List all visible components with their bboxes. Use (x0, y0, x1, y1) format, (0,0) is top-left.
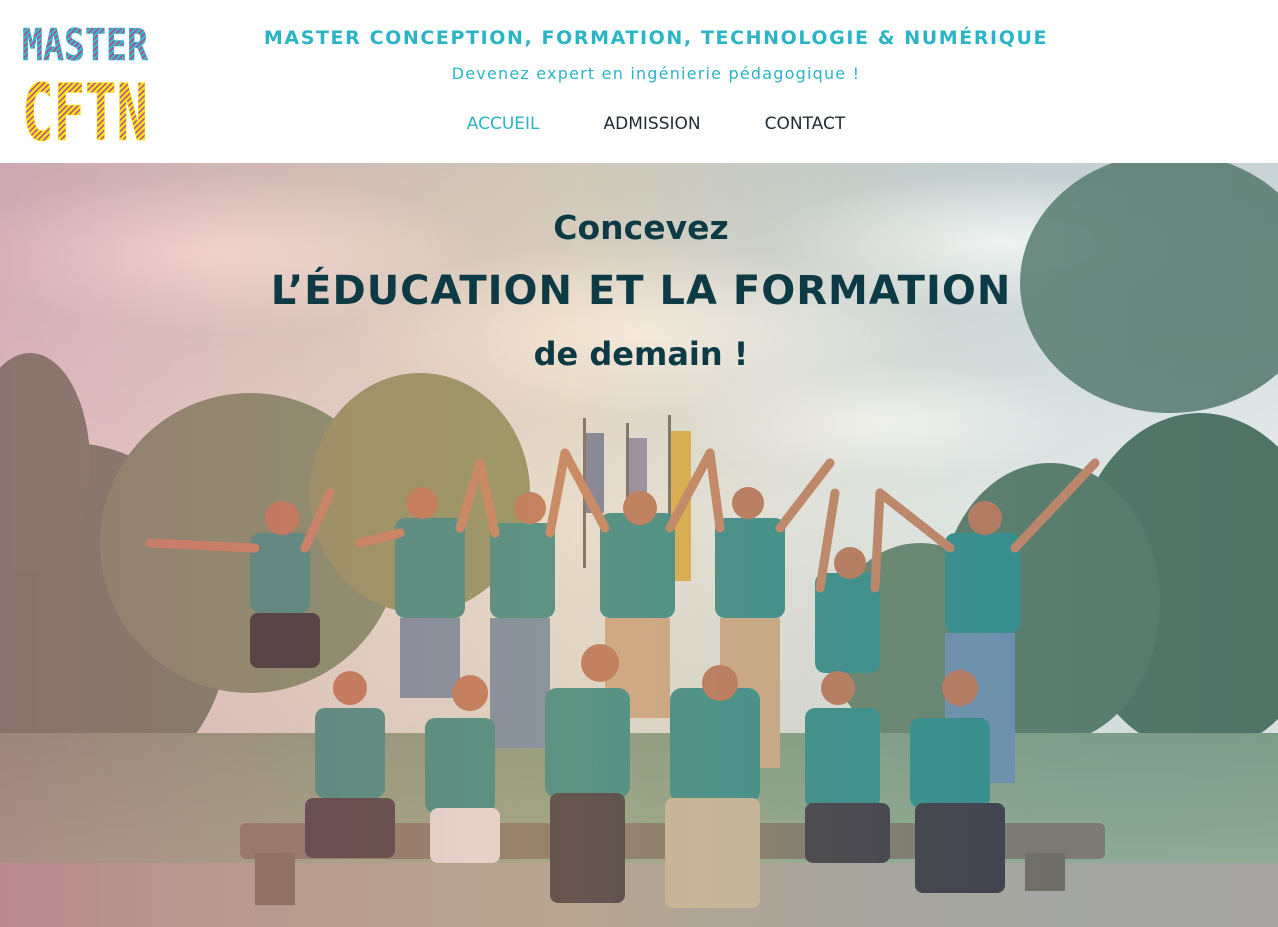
hero-line-concevez: Concevez (553, 208, 729, 247)
nav-contact[interactable]: CONTACT (765, 114, 846, 134)
hero-line-demain: de demain ! (533, 335, 749, 373)
hero-banner: Concevez L’ÉDUCATION ET LA FORMATION de … (0, 163, 1278, 927)
nav-admission[interactable]: ADMISSION (604, 114, 701, 134)
site-tagline: Devenez expert en ingénierie pédagogique… (451, 64, 861, 83)
nav-accueil[interactable]: ACCUEIL (467, 114, 540, 134)
site-title: MASTER CONCEPTION, FORMATION, TECHNOLOGI… (263, 27, 1049, 49)
hero-line-education: L’ÉDUCATION ET LA FORMATION (270, 268, 1012, 314)
main-nav: ACCUEIL ADMISSION CONTACT (0, 114, 1278, 134)
site-header: MASTER CFTN MASTER CONCEPTION, FORMATION… (0, 0, 1278, 163)
